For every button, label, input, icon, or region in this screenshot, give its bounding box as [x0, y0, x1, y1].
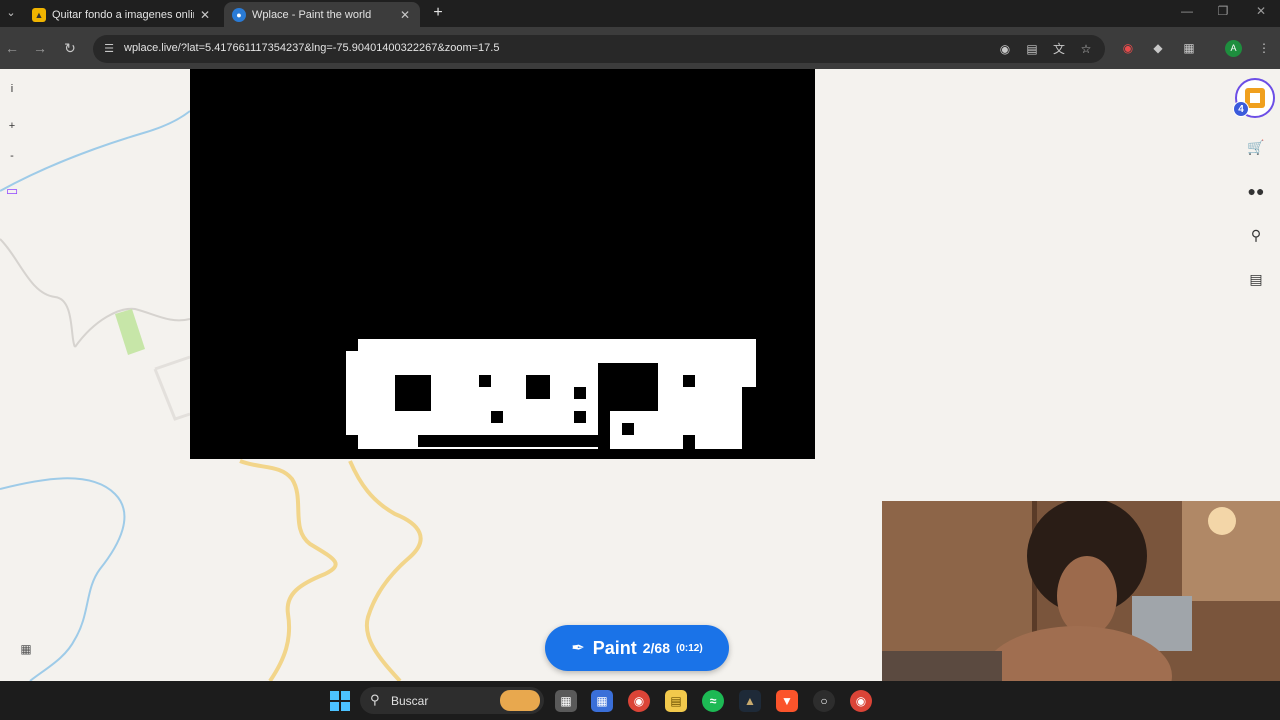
extensions-puzzle-icon[interactable]: ▦	[1180, 39, 1198, 57]
profile-avatar[interactable]: A	[1225, 40, 1242, 57]
close-window-icon[interactable]: ✕	[1251, 4, 1271, 18]
minimize-icon[interactable]: —	[1177, 4, 1197, 18]
tab-remove-background[interactable]: ▲ Quitar fondo a imagenes online ✕	[24, 2, 220, 27]
spotify-icon[interactable]: ≈	[702, 690, 724, 712]
paint-timer: (0:12)	[675, 642, 703, 654]
search-icon: ⚲	[370, 692, 380, 707]
bookmark-star-icon[interactable]: ☆	[1078, 41, 1094, 57]
reload-icon[interactable]: ↻	[60, 38, 80, 58]
league-client-icon[interactable]: ▲	[739, 690, 761, 712]
info-button[interactable]: i	[0, 77, 24, 101]
paint-brush-icon: ✒	[571, 640, 585, 657]
search-highlight-icon	[500, 690, 540, 711]
search-location-icon[interactable]: ⚲	[1242, 221, 1270, 249]
close-tab-icon[interactable]: ✕	[198, 8, 212, 22]
store-icon[interactable]: ▦	[591, 690, 613, 712]
browser-tab-strip: ⌄ ▲ Quitar fondo a imagenes online ✕ ● W…	[0, 0, 1280, 27]
browser-menu-icon[interactable]: ⋮	[1255, 39, 1273, 57]
site-info-icon[interactable]: ☰	[101, 41, 117, 57]
leaderboard-icon[interactable]: ▤	[1242, 265, 1270, 293]
globe-favicon-icon: ●	[232, 7, 246, 22]
alliance-group-icon[interactable]: ●●	[1242, 177, 1270, 205]
webcam-feed-image	[882, 501, 1280, 681]
tab-wplace[interactable]: ● Wplace - Paint the world ✕	[224, 2, 420, 27]
level-badge: 4	[1233, 101, 1249, 117]
extension-diamond-icon[interactable]: ◆	[1149, 39, 1167, 57]
forward-arrow-icon[interactable]: →	[30, 38, 50, 58]
windows-taskbar: ⚲ Buscar ▦ ▦ ◉ ▤ ≈ ▲ ▼ ○ ◉	[0, 681, 1280, 720]
twitch-icon[interactable]: ▭	[0, 179, 24, 203]
extension-shield-icon[interactable]: ◉	[1119, 39, 1137, 57]
store-cart-icon[interactable]: 🛒	[1242, 133, 1270, 161]
brave-icon[interactable]: ▼	[776, 690, 798, 712]
address-bar[interactable]: ☰ wplace.live/?lat=5.417661117354237&lng…	[93, 35, 1105, 63]
install-app-icon[interactable]: ▤	[1024, 41, 1040, 57]
close-tab-icon[interactable]: ✕	[398, 8, 412, 22]
translate-icon[interactable]: 文	[1051, 41, 1067, 57]
task-view-icon[interactable]: ▦	[555, 690, 577, 712]
windows-start-icon[interactable]	[330, 691, 350, 711]
file-explorer-icon[interactable]: ▤	[665, 690, 687, 712]
chrome-icon[interactable]: ◉	[628, 690, 650, 712]
paint-charges: 2/68	[642, 640, 670, 656]
map-layers-icon[interactable]: ▦	[14, 637, 38, 661]
app-circle-icon[interactable]: ○	[813, 690, 835, 712]
remove-bg-favicon-icon: ▲	[32, 7, 46, 22]
tab-title: Wplace - Paint the world	[252, 8, 372, 21]
restore-icon[interactable]: ❐	[1213, 4, 1233, 18]
paint-button[interactable]: ✒ Paint 2/68 (0:12)	[545, 625, 729, 671]
new-tab-button[interactable]: +	[428, 3, 448, 23]
browser-toolbar: ← → ↻ ☰ wplace.live/?lat=5.4176611173542…	[0, 27, 1280, 69]
tab-search-chevron-icon[interactable]: ⌄	[2, 3, 20, 23]
taskbar-search-label: Buscar	[391, 694, 429, 708]
tab-title: Quitar fondo a imagenes online	[52, 8, 194, 21]
location-pin-icon[interactable]: ◉	[997, 41, 1013, 57]
pixel-art-canvas[interactable]	[190, 69, 815, 459]
webcam-overlay	[882, 501, 1280, 681]
paint-label: Paint	[592, 637, 637, 658]
back-arrow-icon[interactable]: ←	[2, 38, 22, 58]
url-text[interactable]: wplace.live/?lat=5.417661117354237&lng=-…	[124, 42, 499, 54]
zoom-in-button[interactable]: +	[0, 114, 24, 138]
chrome-profile-icon[interactable]: ◉	[850, 690, 872, 712]
taskbar-search[interactable]: ⚲ Buscar	[360, 687, 544, 714]
zoom-out-button[interactable]: -	[0, 144, 24, 168]
